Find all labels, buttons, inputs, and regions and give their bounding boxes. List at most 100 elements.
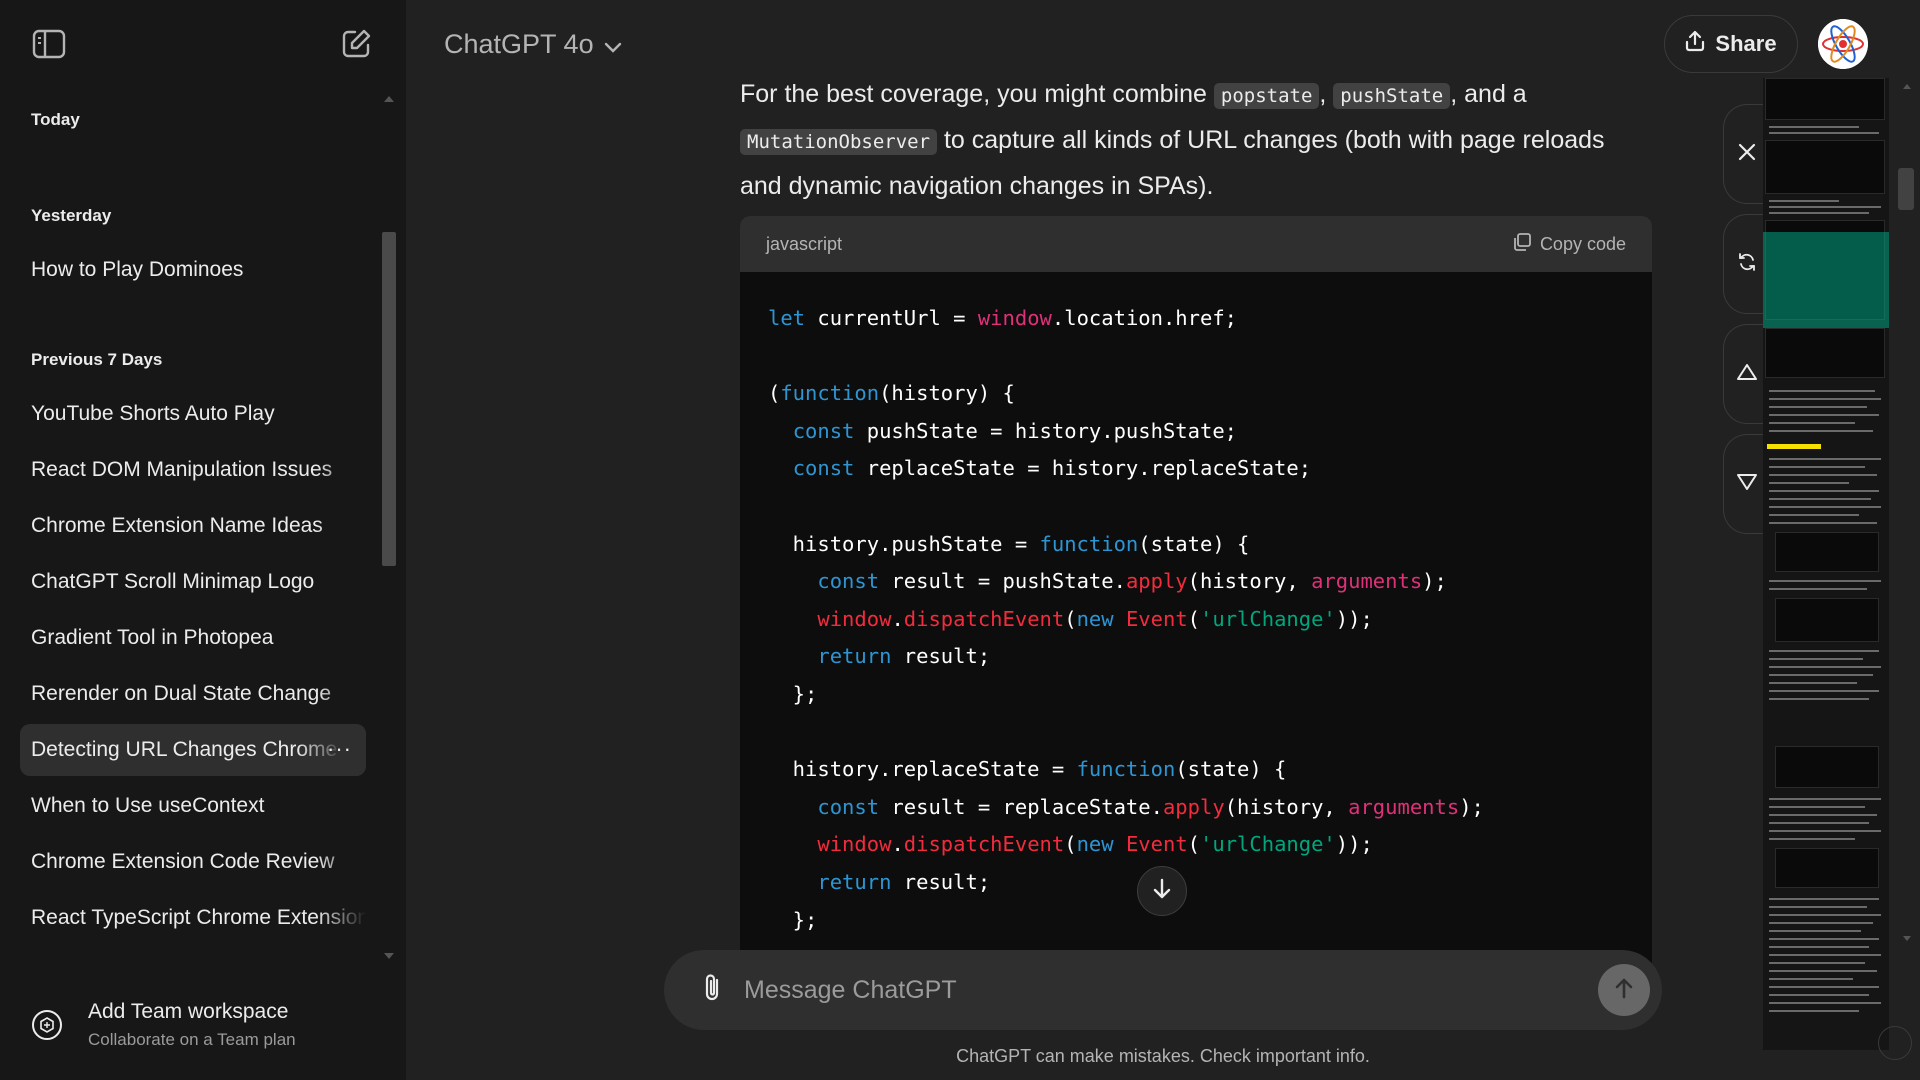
sidebar-item-label: ChatGPT Scroll Minimap Logo bbox=[31, 570, 315, 593]
avatar[interactable] bbox=[1818, 19, 1868, 69]
minimap-text-line bbox=[1769, 458, 1881, 460]
minimap-code-preview bbox=[1775, 848, 1879, 888]
code-line: return result; bbox=[817, 644, 991, 669]
sidebar-item-react-dom[interactable]: React DOM Manipulation Issues bbox=[20, 444, 366, 496]
minimap-code-preview bbox=[1775, 598, 1879, 642]
code-line: }; bbox=[768, 907, 818, 932]
scroll-to-bottom-button[interactable] bbox=[1137, 866, 1187, 916]
minimap-text-line bbox=[1769, 674, 1873, 676]
minimap-text-line bbox=[1769, 430, 1873, 432]
message-text: and dynamic navigation changes in SPAs). bbox=[740, 172, 1214, 200]
copy-code-button[interactable]: Copy code bbox=[1512, 232, 1626, 257]
minimap-text-line bbox=[1769, 806, 1865, 808]
minimap-text-line bbox=[1769, 406, 1867, 408]
help-button[interactable] bbox=[1878, 1026, 1912, 1060]
minimap-text-line bbox=[1769, 798, 1881, 800]
minimap-text-line bbox=[1769, 212, 1869, 214]
sidebar-scroll-up-arrow[interactable] bbox=[384, 96, 394, 102]
code-line: (function(history) { bbox=[768, 381, 1015, 406]
new-chat-icon[interactable] bbox=[338, 26, 374, 62]
page-scroll-up-arrow[interactable] bbox=[1903, 84, 1911, 89]
sidebar-item-rerender[interactable]: Rerender on Dual State Change bbox=[20, 668, 366, 720]
inline-code-pushstate: pushState bbox=[1333, 83, 1451, 109]
page-scroll-down-arrow[interactable] bbox=[1903, 936, 1911, 941]
code-line: const replaceState = history.replaceStat… bbox=[792, 456, 1312, 481]
minimap-text-line bbox=[1769, 422, 1855, 424]
sidebar-item-react-typescript[interactable]: React TypeScript Chrome Extension bbox=[20, 892, 366, 944]
sidebar-item-label: How to Play Dominoes bbox=[31, 258, 244, 281]
sidebar-scroll-down-arrow[interactable] bbox=[384, 953, 394, 959]
minimap-text-line bbox=[1769, 970, 1877, 972]
code-line: window.dispatchEvent(new Event('urlChang… bbox=[817, 606, 1373, 631]
conversation-minimap[interactable] bbox=[1763, 78, 1889, 1050]
send-button[interactable] bbox=[1598, 964, 1650, 1016]
minimap-text-line bbox=[1769, 390, 1875, 392]
message-composer bbox=[664, 950, 1662, 1030]
minimap-viewport-indicator[interactable] bbox=[1763, 232, 1889, 328]
minimap-text-line bbox=[1769, 954, 1881, 956]
inline-code-mutationobserver: MutationObserver bbox=[740, 129, 938, 155]
minimap-text-line bbox=[1769, 580, 1881, 582]
code-block: javascript Copy code let currentUrl = wi… bbox=[740, 216, 1652, 976]
minimap-text-line bbox=[1769, 682, 1857, 684]
minimap-text-line bbox=[1769, 490, 1879, 492]
sidebar-item-gradient-tool[interactable]: Gradient Tool in Photopea bbox=[20, 612, 366, 664]
minimap-text-line bbox=[1769, 930, 1861, 932]
minimap-text-line bbox=[1769, 132, 1879, 134]
sidebar-item-youtube-shorts[interactable]: YouTube Shorts Auto Play bbox=[20, 388, 366, 440]
team-workspace-subtitle: Collaborate on a Team plan bbox=[88, 1030, 296, 1049]
triangle-down-icon bbox=[1736, 473, 1758, 496]
code-line: const pushState = history.pushState; bbox=[792, 418, 1238, 443]
sidebar-item-detecting-url-changes[interactable]: Detecting URL Changes Chrome ··· bbox=[20, 724, 366, 776]
sidebar-item-scroll-minimap[interactable]: ChatGPT Scroll Minimap Logo bbox=[20, 556, 366, 608]
sidebar-item-label: Detecting URL Changes Chrome bbox=[31, 738, 338, 761]
minimap-text-line bbox=[1769, 650, 1879, 652]
sidebar-item-label: Gradient Tool in Photopea bbox=[31, 626, 274, 649]
minimap-text-line bbox=[1769, 398, 1881, 400]
minimap-text-line bbox=[1769, 938, 1879, 940]
minimap-text-line bbox=[1769, 658, 1863, 660]
section-title-yesterday: Yesterday bbox=[31, 206, 112, 225]
code-line: history.replaceState = function(state) { bbox=[768, 757, 1287, 782]
inline-code-popstate: popstate bbox=[1213, 83, 1320, 109]
sidebar-item-chrome-ext-names[interactable]: Chrome Extension Name Ideas bbox=[20, 500, 366, 552]
section-title-previous-7-days: Previous 7 Days bbox=[31, 350, 163, 369]
team-workspace-icon bbox=[32, 1010, 62, 1040]
minimap-text-line bbox=[1769, 498, 1871, 500]
team-workspace-title: Add Team workspace bbox=[88, 1000, 289, 1023]
minimap-highlight-marker bbox=[1767, 444, 1821, 449]
attach-button[interactable] bbox=[692, 970, 732, 1010]
minimap-text-line bbox=[1769, 838, 1855, 840]
minimap-text-line bbox=[1769, 206, 1881, 208]
minimap-text-line bbox=[1769, 946, 1869, 948]
minimap-text-line bbox=[1769, 514, 1859, 516]
minimap-text-line bbox=[1769, 898, 1879, 900]
minimap-text-line bbox=[1769, 978, 1853, 980]
sidebar-item-label: YouTube Shorts Auto Play bbox=[31, 402, 275, 425]
more-options-icon[interactable]: ··· bbox=[327, 736, 352, 762]
assistant-message: For the best coverage, you might combine… bbox=[740, 72, 1660, 208]
minimap-text-line bbox=[1769, 1010, 1859, 1012]
minimap-code-preview bbox=[1775, 532, 1879, 572]
sidebar-item-code-review[interactable]: Chrome Extension Code Review bbox=[20, 836, 366, 888]
triangle-up-icon bbox=[1736, 363, 1758, 386]
message-text: , bbox=[1319, 80, 1327, 108]
copy-code-label: Copy code bbox=[1539, 233, 1626, 254]
message-input[interactable] bbox=[744, 950, 1524, 1030]
page-scrollbar[interactable] bbox=[1898, 168, 1914, 210]
add-team-workspace-button[interactable]: Add Team workspace Collaborate on a Team… bbox=[20, 996, 366, 1060]
sidebar-toggle-icon[interactable] bbox=[31, 26, 67, 62]
minimap-text-line bbox=[1769, 914, 1881, 916]
code-line: const result = replaceState.apply(histor… bbox=[817, 794, 1484, 819]
sidebar-scrollbar[interactable] bbox=[382, 232, 396, 566]
minimap-code-preview bbox=[1765, 78, 1885, 120]
minimap-text-line bbox=[1769, 522, 1877, 524]
sidebar-item-how-to-play-dominoes[interactable]: How to Play Dominoes bbox=[20, 244, 366, 296]
minimap-text-line bbox=[1769, 414, 1879, 416]
sidebar-item-usecontext[interactable]: When to Use useContext bbox=[20, 780, 366, 832]
message-text: to capture all kinds of URL changes (bot… bbox=[943, 126, 1605, 154]
minimap-text-line bbox=[1769, 830, 1881, 832]
code-line: return result; bbox=[817, 869, 991, 894]
